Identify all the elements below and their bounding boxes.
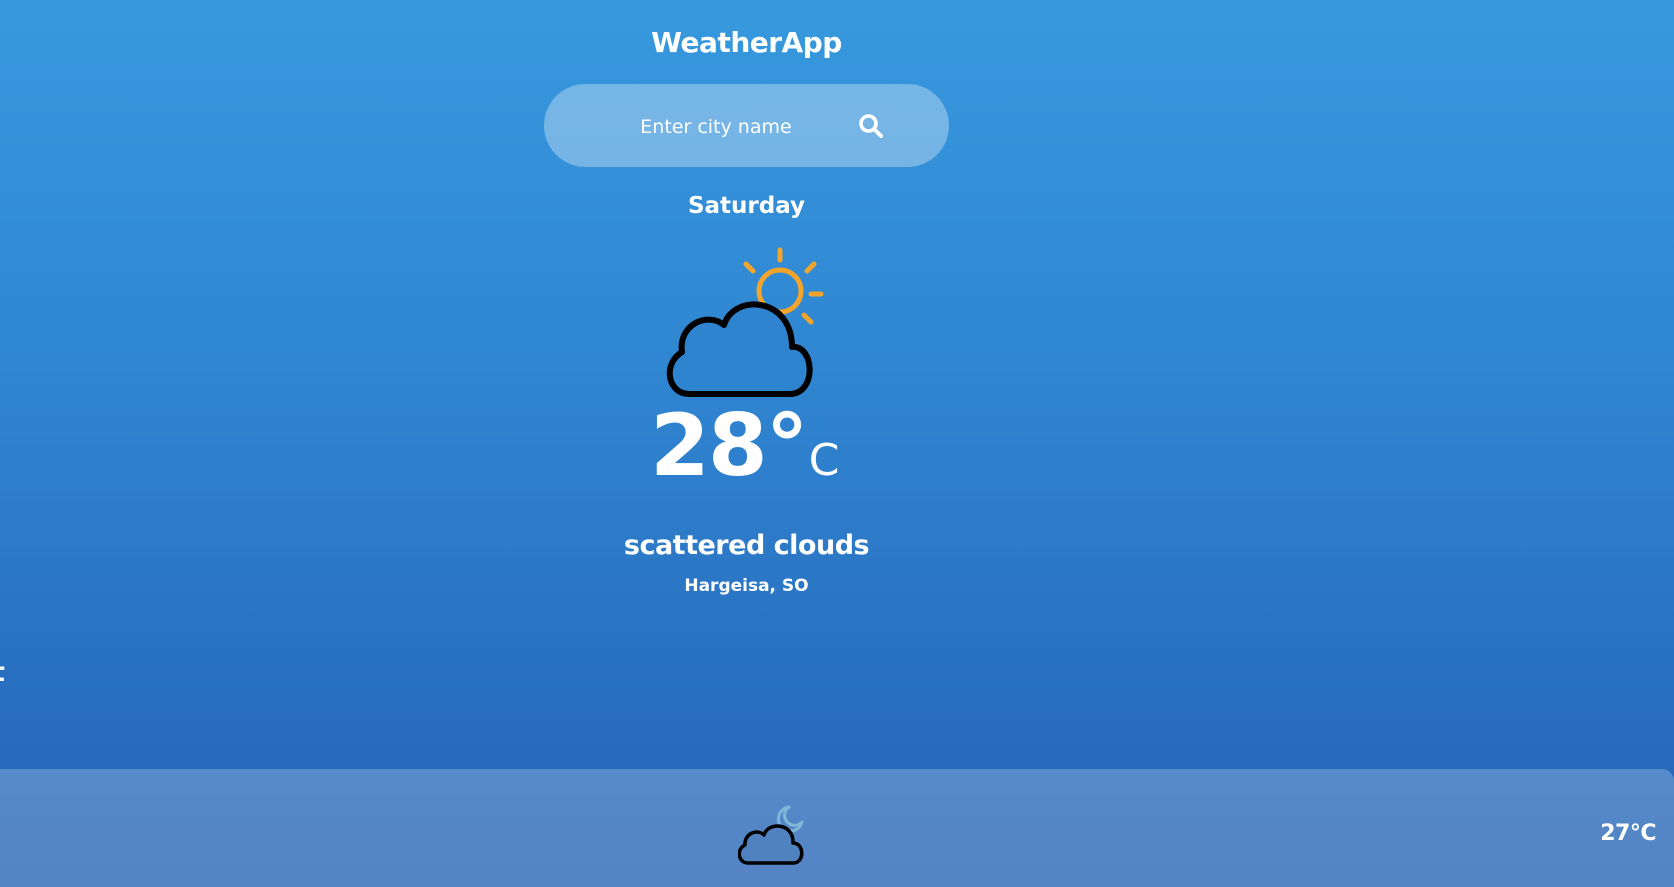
app-title: WeatherApp — [651, 26, 842, 59]
forecast-strip: 27°C — [0, 769, 1674, 887]
search-icon — [859, 114, 883, 138]
offscreen-text: t — [0, 657, 5, 688]
temperature-value: 28° — [650, 396, 809, 496]
partly-cloudy-day-icon — [666, 247, 824, 397]
location-label: Hargeisa, SO — [684, 576, 809, 596]
search-bar — [544, 84, 949, 167]
partly-cloudy-night-icon — [738, 805, 804, 865]
forecast-temperature: 27°C — [1600, 821, 1656, 846]
temperature-unit: C — [808, 435, 840, 486]
weather-description: scattered clouds — [623, 530, 870, 561]
search-input[interactable] — [584, 104, 848, 150]
current-temperature: 28°C — [650, 403, 839, 513]
search-button[interactable] — [849, 104, 893, 148]
day-label: Saturday — [687, 193, 806, 219]
